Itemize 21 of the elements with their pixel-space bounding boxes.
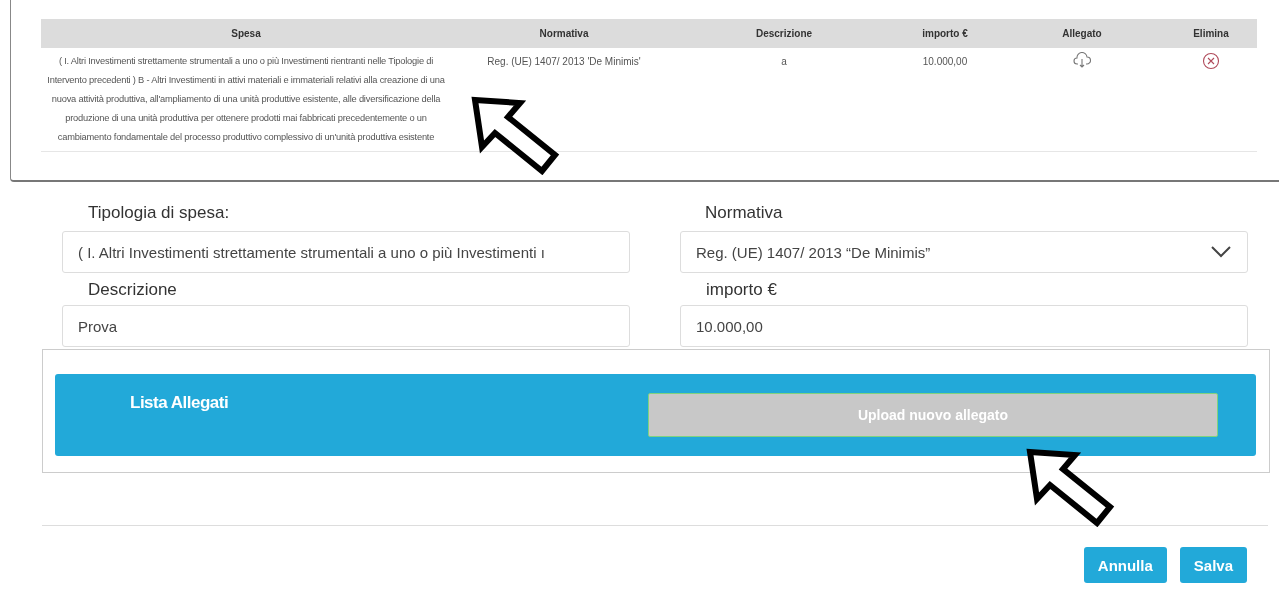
field-label: Tipologia di spesa: xyxy=(87,202,231,224)
input-field[interactable]: Prova xyxy=(62,305,630,347)
input-field[interactable]: 10.000,00 xyxy=(680,305,1248,347)
table-cell: a xyxy=(677,48,891,152)
column-header: importo € xyxy=(891,19,999,48)
column-header: Elimina xyxy=(1165,19,1257,48)
table-cell: ( I. Altri Investimenti strettamente strumentali a uno o più Investimenti rientranti nelle Tipologie di Intervento precedenti ) B - Altri Investimenti in attivi materiali e immateriali relativi alla creazione di una nuova attività produttiva, all'ampliamento di una unità produttive esistente, alle diversificazione della produzione di una unità produttiva per ottenere prodotti mai fabbricati precedentemente o un cambiamento fondamentale del processo produttivo complessivo di un'unità produttiva esistente xyxy=(41,48,451,152)
cloud-download-icon[interactable] xyxy=(1073,52,1091,68)
chevron-down-icon[interactable] xyxy=(1210,245,1232,259)
column-header: Descrizione xyxy=(677,19,891,48)
input-field[interactable]: ( I. Altri Investimenti strettamente strumentali a uno o più Investimenti ı xyxy=(62,231,630,273)
column-header: Normativa xyxy=(451,19,677,48)
table-cell: 10.000,00 xyxy=(891,48,999,152)
column-header: Allegato xyxy=(999,19,1165,48)
field-label: importo € xyxy=(705,279,778,301)
column-header: Spesa xyxy=(41,19,451,48)
delete-icon[interactable] xyxy=(1202,52,1220,70)
dropdown-field[interactable]: Reg. (UE) 1407/ 2013 “De Minimis” xyxy=(680,231,1248,273)
field-label: Normativa xyxy=(704,202,784,224)
field-label: Descrizione xyxy=(87,279,178,301)
section-title: Lista Allegati xyxy=(130,393,230,413)
